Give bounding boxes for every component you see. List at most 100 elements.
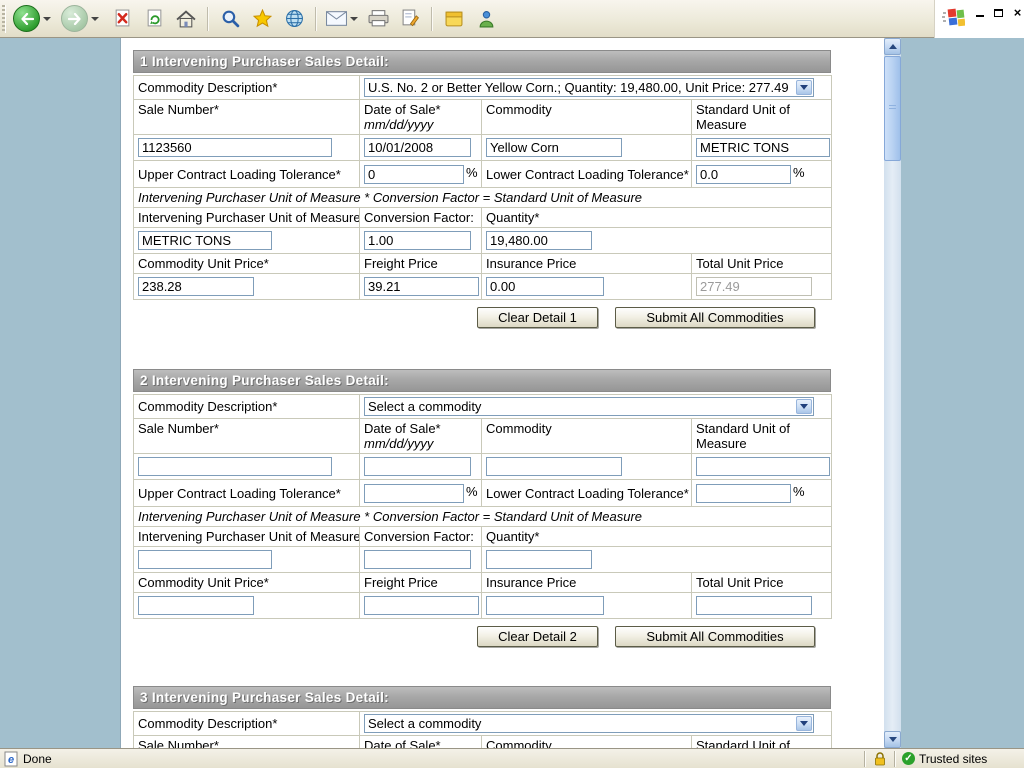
- ipuom-input[interactable]: [138, 550, 272, 569]
- commodity-unit-price-input[interactable]: [138, 596, 254, 615]
- standard-unit-label: Standard Unit ofMeasure: [692, 419, 832, 454]
- date-of-sale-input[interactable]: [364, 138, 471, 157]
- quantity-label: Quantity*: [482, 527, 832, 547]
- standard-unit-input[interactable]: [696, 457, 830, 476]
- restore-icon: [994, 9, 1003, 17]
- home-button[interactable]: [172, 4, 200, 34]
- arrow-up-icon: [889, 44, 897, 49]
- commodity-description-select[interactable]: Select a commodity: [364, 397, 814, 416]
- clear-detail-1-button[interactable]: Clear Detail 1: [477, 307, 598, 328]
- upper-tolerance-input[interactable]: [364, 165, 464, 184]
- lock-icon: [874, 752, 886, 766]
- commodity-description-select[interactable]: U.S. No. 2 or Better Yellow Corn.; Quant…: [364, 78, 814, 97]
- toolbar-separator: [207, 7, 209, 31]
- total-unit-price-label: Total Unit Price: [692, 254, 832, 274]
- print-button[interactable]: [364, 4, 392, 34]
- total-unit-price-label: Total Unit Price: [692, 573, 832, 593]
- minimize-button[interactable]: [973, 6, 986, 19]
- commodity-label: Commodity: [482, 419, 692, 454]
- forward-dropdown-icon[interactable]: [91, 17, 99, 21]
- scroll-up-button[interactable]: [884, 38, 901, 55]
- content-area: 1 Intervening Purchaser Sales Detail: Co…: [120, 38, 884, 748]
- commodity-input[interactable]: [486, 457, 622, 476]
- page-background: 1 Intervening Purchaser Sales Detail: Co…: [0, 38, 1024, 748]
- security-lock-indicator[interactable]: [866, 749, 894, 768]
- percent-label: %: [466, 484, 478, 499]
- date-of-sale-label: Date of Sale*mm/dd/yyyy: [360, 100, 482, 135]
- stop-icon: [114, 9, 131, 28]
- scroll-down-button[interactable]: [884, 731, 901, 748]
- clear-detail-2-button[interactable]: Clear Detail 2: [477, 626, 598, 647]
- sale-number-input[interactable]: [138, 138, 332, 157]
- lower-tolerance-input[interactable]: [696, 165, 791, 184]
- ipuom-input[interactable]: [138, 231, 272, 250]
- commodity-input[interactable]: [486, 138, 622, 157]
- close-button[interactable]: ×: [1011, 6, 1024, 19]
- lower-tolerance-input[interactable]: [696, 484, 791, 503]
- lower-tolerance-label: Lower Contract Loading Tolerance*: [482, 480, 692, 507]
- security-zone-indicator[interactable]: ✓ Trusted sites: [896, 749, 1024, 768]
- toolbar-grip[interactable]: [2, 5, 6, 33]
- back-button[interactable]: [10, 4, 54, 33]
- commodity-description-select[interactable]: Select a commodity: [364, 714, 814, 733]
- mail-dropdown-icon[interactable]: [350, 17, 358, 21]
- back-icon: [13, 5, 40, 32]
- freight-price-input[interactable]: [364, 596, 479, 615]
- globe-icon: [285, 9, 304, 28]
- insurance-price-input[interactable]: [486, 596, 604, 615]
- history-button[interactable]: [280, 4, 308, 34]
- sale-number-input[interactable]: [138, 457, 332, 476]
- chevron-down-icon[interactable]: [796, 399, 812, 414]
- conversion-formula-note: Intervening Purchaser Unit of Measure * …: [134, 188, 832, 208]
- stop-button[interactable]: [108, 4, 136, 34]
- quantity-label: Quantity*: [482, 208, 832, 228]
- research-button[interactable]: [440, 4, 468, 34]
- refresh-button[interactable]: [140, 4, 168, 34]
- toolbar-separator: [431, 7, 433, 31]
- mail-button[interactable]: [324, 4, 360, 34]
- forward-button[interactable]: [58, 4, 102, 33]
- conversion-factor-input[interactable]: [364, 550, 471, 569]
- chevron-down-icon[interactable]: [796, 716, 812, 731]
- star-icon: [253, 9, 272, 28]
- restore-button[interactable]: [992, 6, 1005, 19]
- ipuom-label: Intervening Purchaser Unit of Measure: [134, 208, 360, 228]
- commodity-description-label: Commodity Description*: [134, 712, 360, 736]
- messenger-icon: [478, 10, 495, 28]
- scrollbar-thumb[interactable]: [884, 56, 901, 161]
- upper-tolerance-input[interactable]: [364, 484, 464, 503]
- lower-tolerance-label: Lower Contract Loading Tolerance*: [482, 161, 692, 188]
- date-of-sale-label: Date of Sale*mm/dd/yyyy: [360, 736, 482, 749]
- document-status-icon: e: [4, 751, 18, 767]
- percent-label: %: [793, 484, 805, 499]
- commodity-unit-price-input[interactable]: [138, 277, 254, 296]
- messenger-button[interactable]: [472, 4, 500, 34]
- back-dropdown-icon[interactable]: [43, 17, 51, 21]
- chevron-down-icon[interactable]: [796, 80, 812, 95]
- favorites-button[interactable]: [248, 4, 276, 34]
- minimize-icon: [976, 15, 984, 17]
- sales-detail-section-3: 3 Intervening Purchaser Sales Detail: Co…: [133, 686, 872, 748]
- sale-number-label: Sale Number*: [134, 100, 360, 135]
- sale-number-label: Sale Number*: [134, 419, 360, 454]
- date-of-sale-input[interactable]: [364, 457, 471, 476]
- sale-number-label: Sale Number*: [134, 736, 360, 749]
- home-icon: [176, 10, 196, 28]
- status-bar: e Done ✓ Trusted sites: [0, 748, 1024, 768]
- quantity-input[interactable]: [486, 231, 592, 250]
- percent-label: %: [466, 165, 478, 180]
- insurance-price-input[interactable]: [486, 277, 604, 296]
- vertical-scrollbar[interactable]: [884, 38, 901, 748]
- standard-unit-label: Standard Unit ofMeasure: [692, 100, 832, 135]
- freight-price-input[interactable]: [364, 277, 479, 296]
- search-button[interactable]: [216, 4, 244, 34]
- quantity-input[interactable]: [486, 550, 592, 569]
- conversion-factor-input[interactable]: [364, 231, 471, 250]
- standard-unit-input[interactable]: [696, 138, 830, 157]
- submit-all-commodities-button[interactable]: Submit All Commodities: [615, 626, 815, 647]
- forward-icon: [61, 5, 88, 32]
- edit-button[interactable]: [396, 4, 424, 34]
- insurance-price-label: Insurance Price: [482, 573, 692, 593]
- date-of-sale-label: Date of Sale*mm/dd/yyyy: [360, 419, 482, 454]
- submit-all-commodities-button[interactable]: Submit All Commodities: [615, 307, 815, 328]
